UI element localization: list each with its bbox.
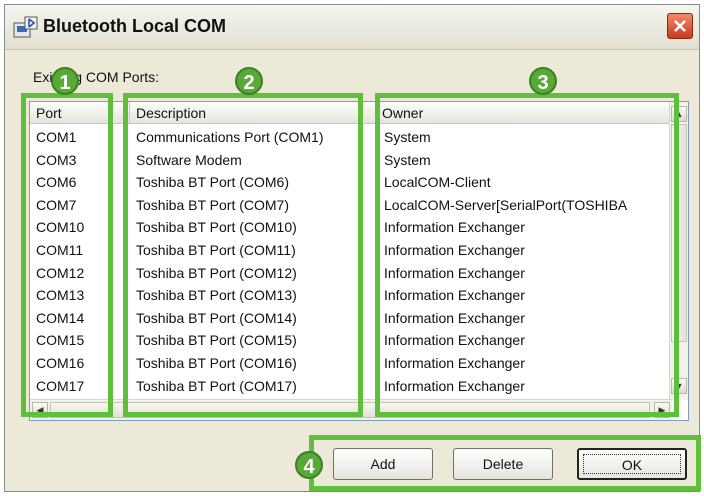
annotation-badge-4: 4 — [295, 451, 323, 479]
highlight-buttons — [309, 435, 701, 491]
close-icon — [674, 20, 686, 32]
highlight-port-column — [21, 93, 113, 417]
highlight-owner-column — [375, 93, 679, 417]
highlight-description-column — [123, 93, 363, 417]
annotation-badge-2: 2 — [235, 67, 263, 95]
annotation-badge-1: 1 — [51, 67, 79, 95]
window-title: Bluetooth Local COM — [43, 16, 226, 36]
title-bar[interactable]: Bluetooth Local COM — [5, 5, 699, 50]
close-button[interactable] — [667, 13, 693, 39]
annotation-badge-3: 3 — [529, 67, 557, 95]
dialog-window: Bluetooth Local COM Existing COM Ports: … — [4, 4, 701, 492]
bluetooth-com-icon — [13, 15, 39, 39]
